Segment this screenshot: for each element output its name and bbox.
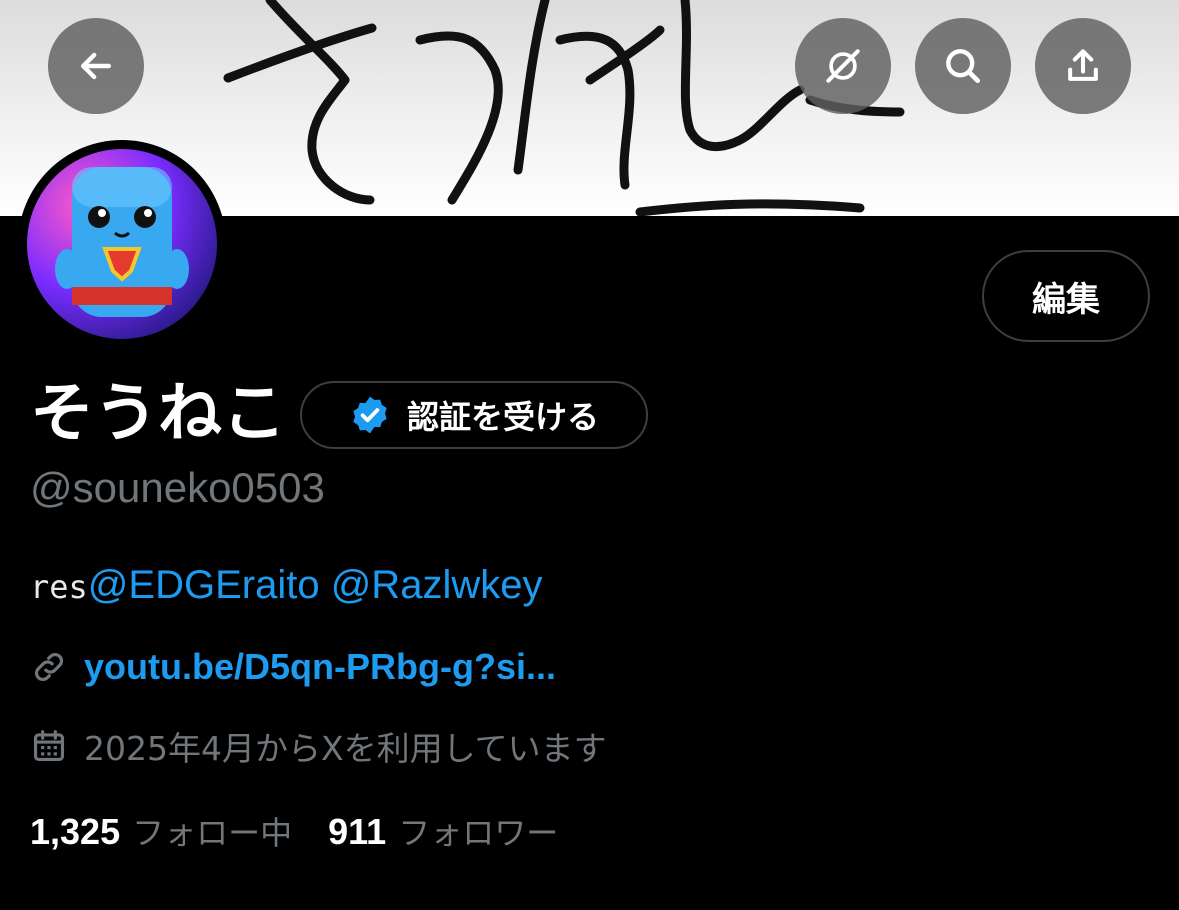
username-handle: @souneko0503 (30, 464, 325, 511)
bio-text: res (30, 568, 88, 606)
search-icon (946, 49, 981, 84)
following-label[interactable]: フォロー中 (132, 808, 292, 854)
followers-label[interactable]: フォロワー (398, 808, 558, 854)
verified-badge-icon (353, 396, 387, 434)
back-button[interactable] (48, 18, 144, 114)
bio-mention-razlwkey[interactable]: @Razlwkey (331, 563, 543, 607)
joined-row: 2025年4月からXを利用しています (30, 722, 607, 770)
display-name: そうねこ (30, 377, 286, 451)
bio: res@EDGEraito @Razlwkey (30, 563, 542, 608)
grok-button[interactable] (795, 18, 891, 114)
get-verified-label: 認証を受ける (406, 398, 599, 436)
avatar-image (27, 149, 217, 339)
followers-count[interactable]: 911 (328, 811, 386, 853)
search-button[interactable] (915, 18, 1011, 114)
bio-mention-edgeraito[interactable]: @EDGEraito (88, 563, 320, 607)
share-button[interactable] (1035, 18, 1131, 114)
calendar-icon (33, 730, 65, 762)
link-icon (35, 653, 63, 681)
edit-profile-button[interactable]: 編集 (982, 250, 1150, 342)
share-icon (1068, 49, 1098, 81)
follow-stats: 1,325 フォロー中 911 フォロワー (30, 808, 558, 854)
back-arrow-icon (80, 52, 112, 80)
website-link[interactable]: youtu.be/D5qn-PRbg-g?si... (84, 646, 556, 688)
avatar-character-icon (55, 167, 189, 317)
grok-icon (826, 49, 860, 83)
following-count[interactable]: 1,325 (30, 811, 120, 853)
joined-date: 2025年4月からXを利用しています (84, 729, 607, 768)
get-verified-button[interactable]: 認証を受ける (300, 381, 648, 449)
website-row: youtu.be/D5qn-PRbg-g?si... (30, 646, 556, 688)
avatar[interactable] (18, 140, 226, 348)
